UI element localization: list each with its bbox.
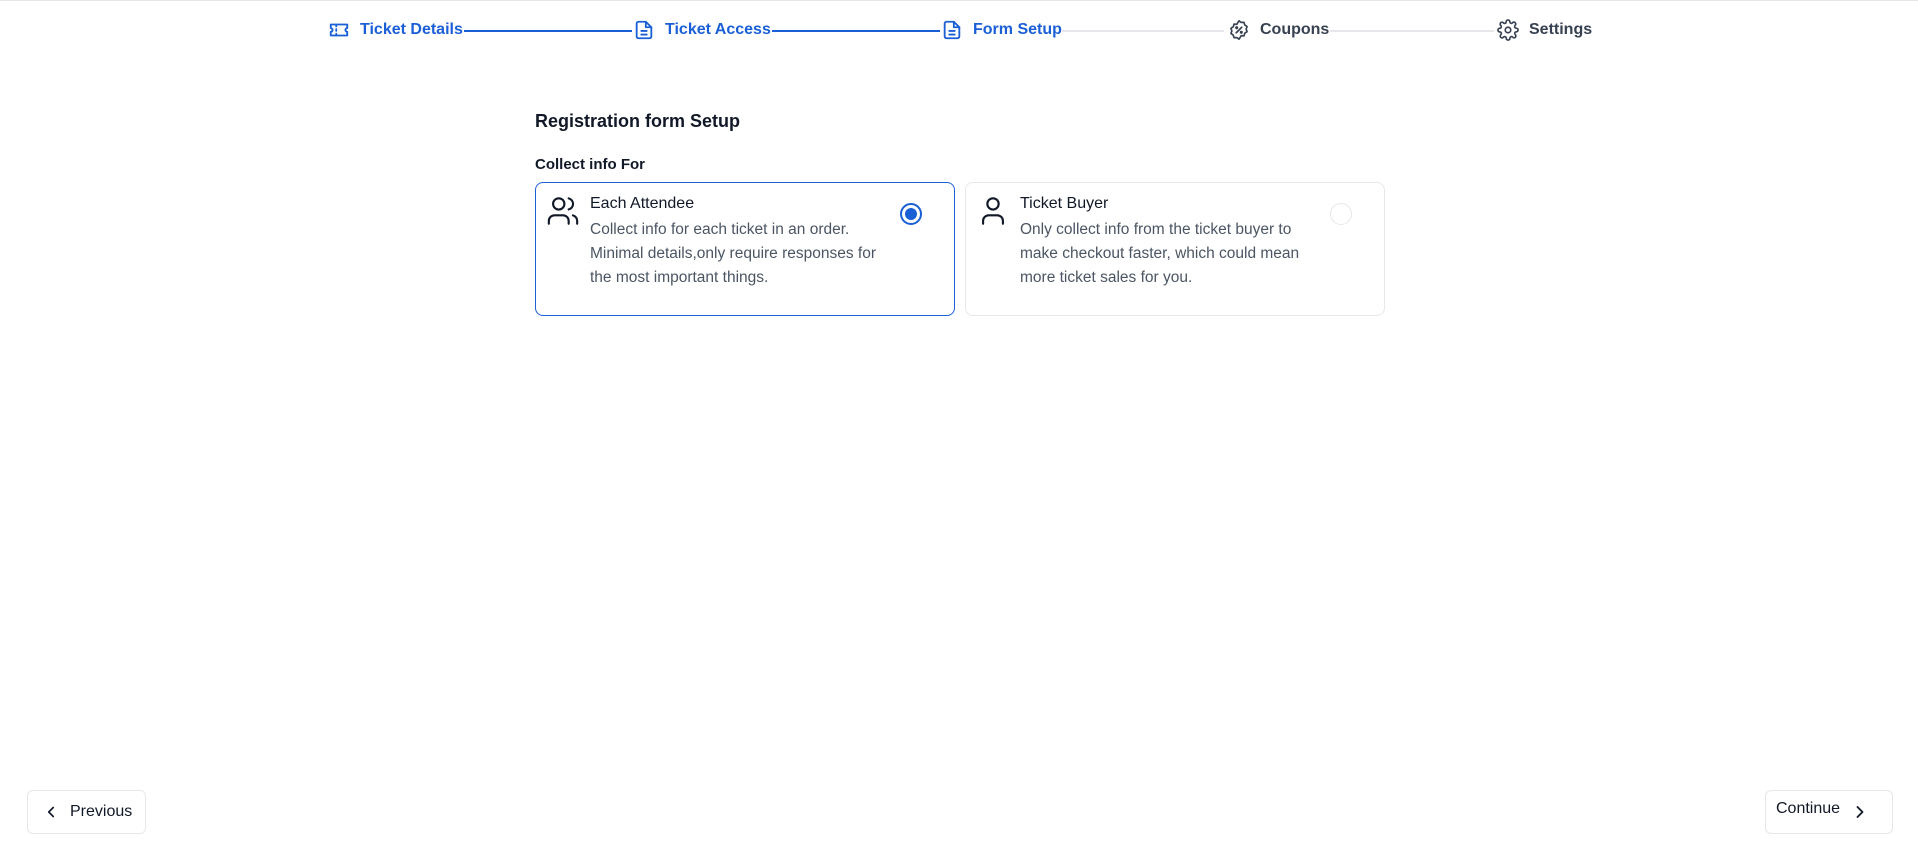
option-each-attendee[interactable]: Each Attendee Collect info for each tick…	[535, 182, 955, 316]
continue-label: Continue	[1776, 800, 1841, 817]
step-label: Ticket Access	[665, 21, 771, 38]
user-icon	[976, 194, 1010, 228]
option-title: Each Attendee	[590, 195, 695, 212]
step-coupons[interactable]: Coupons	[1228, 18, 1329, 42]
discount-badge-icon	[1228, 19, 1250, 41]
page-title: Registration form Setup	[535, 111, 741, 131]
continue-button[interactable]: Continue	[1765, 790, 1893, 834]
users-icon	[546, 194, 580, 228]
step-label: Settings	[1529, 21, 1593, 38]
radio-ticket-buyer[interactable]	[1330, 203, 1352, 225]
option-description: Only collect info from the ticket buyer …	[1020, 221, 1300, 286]
step-ticket-details[interactable]: Ticket Details	[328, 18, 463, 42]
document-icon	[633, 19, 655, 41]
ticket-icon	[328, 19, 350, 41]
collect-info-label: Collect info For	[535, 156, 645, 173]
step-connector	[772, 30, 940, 32]
step-connector	[1062, 30, 1224, 32]
step-connector	[1330, 30, 1494, 32]
step-label: Form Setup	[973, 21, 1062, 38]
option-description: Collect info for each ticket in an order…	[590, 221, 877, 286]
step-form-setup[interactable]: Form Setup	[941, 18, 1062, 42]
option-ticket-buyer[interactable]: Ticket Buyer Only collect info from the …	[965, 182, 1385, 316]
top-divider	[0, 0, 1918, 1]
step-connector	[464, 30, 632, 32]
progress-stepper: Ticket Details Ticket Access Form Setup	[0, 18, 1918, 42]
step-ticket-access[interactable]: Ticket Access	[633, 18, 771, 42]
chevron-right-icon	[1850, 802, 1870, 822]
step-label: Ticket Details	[360, 21, 463, 38]
step-settings[interactable]: Settings	[1497, 18, 1592, 42]
previous-button[interactable]: Previous	[27, 790, 146, 834]
option-title: Ticket Buyer	[1020, 195, 1109, 212]
step-label: Coupons	[1260, 21, 1330, 38]
document-icon	[941, 19, 963, 41]
previous-label: Previous	[70, 803, 133, 820]
chevron-left-icon	[42, 803, 60, 821]
gear-icon	[1497, 19, 1519, 41]
radio-each-attendee[interactable]	[900, 203, 922, 225]
